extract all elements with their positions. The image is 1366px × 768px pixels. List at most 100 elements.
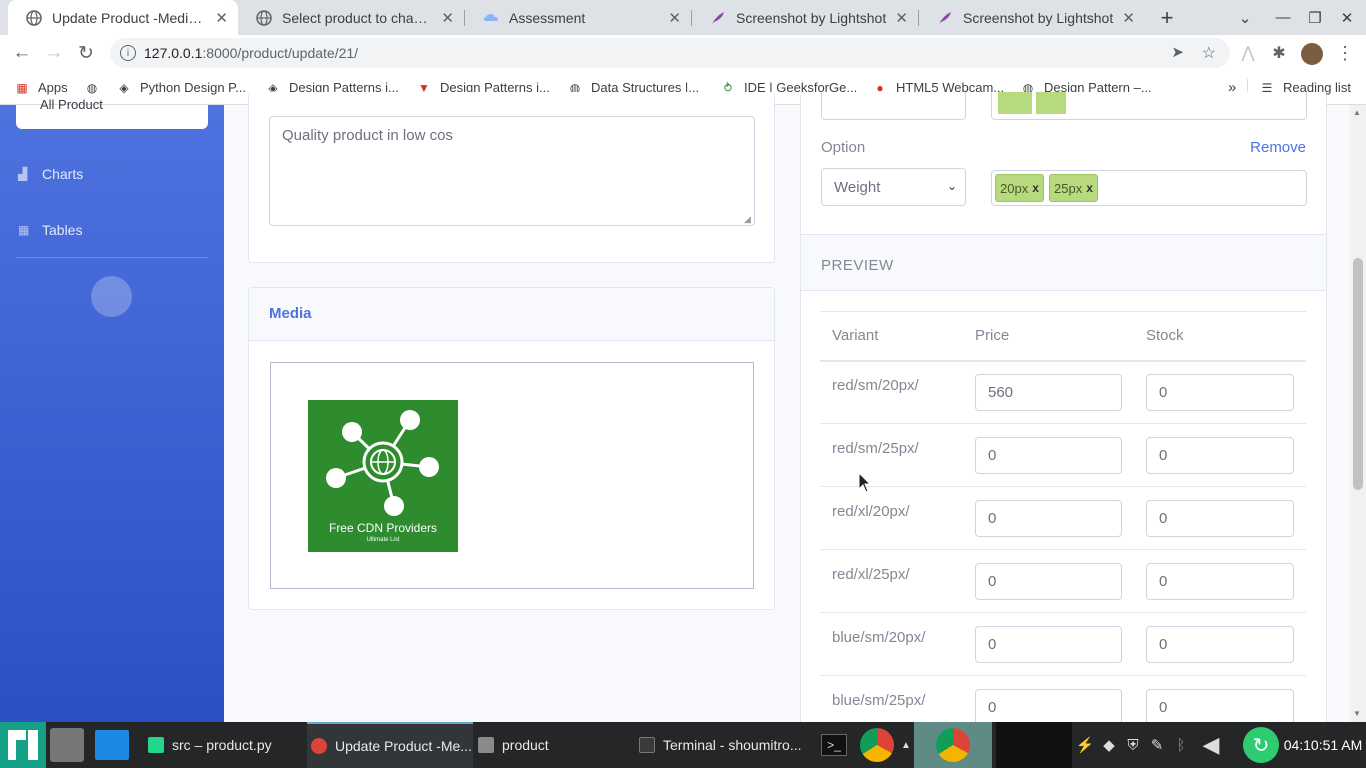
update-icon[interactable]: ↻ <box>1243 727 1279 763</box>
volume-icon[interactable]: ◀ <box>1194 722 1228 768</box>
media-thumbnail[interactable]: Free CDN Providers Ultimate List <box>308 400 458 552</box>
tab-lightshot-1[interactable]: Screenshot by Lightshot ✕ <box>692 0 918 35</box>
battery-charging-icon[interactable]: ⚡ <box>1074 722 1096 768</box>
security-icon[interactable]: ⛨ <box>1122 722 1144 768</box>
sidebar-item-all-product[interactable]: All Product <box>40 97 103 112</box>
tab-search-icon[interactable]: ⌄ <box>1230 0 1260 35</box>
avatar[interactable] <box>1301 43 1323 65</box>
column-header-stock: Stock <box>1146 327 1184 344</box>
sidebar-submenu-card: All Product <box>16 97 208 129</box>
option-select[interactable]: Weight ⌄ <box>821 168 966 206</box>
variant-name: blue/sm/25px/ <box>832 692 926 709</box>
sidebar-toggle-button[interactable] <box>91 276 132 317</box>
stock-input[interactable]: 0 <box>1146 374 1294 411</box>
tab-assessment[interactable]: Assessment ✕ <box>465 0 691 35</box>
address-bar[interactable]: i 127.0.0.1:8000/product/update/21/ ➤ ☆ <box>110 38 1230 68</box>
close-tab-icon[interactable]: ✕ <box>441 9 454 27</box>
reload-icon[interactable]: ↻ <box>71 38 101 68</box>
stock-input[interactable]: 0 <box>1146 689 1294 722</box>
tag-input[interactable]: 20px x 25px x <box>991 170 1307 206</box>
sidebar-item-tables[interactable]: ▦ Tables <box>18 218 82 242</box>
variant-name: red/xl/20px/ <box>832 503 910 520</box>
back-arrow-icon[interactable]: ← <box>7 38 37 68</box>
tab-title: Assessment <box>509 9 586 26</box>
thumbnail-caption: Free CDN Providers <box>328 521 438 535</box>
table-row: blue/sm/20px/ 0 0 <box>820 613 1306 676</box>
scroll-up-icon[interactable]: ▲ <box>1353 108 1361 117</box>
chrome-icon <box>936 728 970 762</box>
description-textarea[interactable]: Quality product in low cos <box>269 116 755 226</box>
price-input[interactable]: 560 <box>975 374 1122 411</box>
sidebar-divider <box>16 257 208 258</box>
restore-icon[interactable]: ❐ <box>1300 0 1330 35</box>
price-input[interactable]: 0 <box>975 626 1122 663</box>
tab-title: Screenshot by Lightshot <box>963 9 1114 26</box>
option-select-partial[interactable] <box>821 92 966 120</box>
terminal-launcher-icon[interactable]: >_ <box>816 722 852 768</box>
new-tab-button[interactable]: + <box>1152 0 1182 35</box>
variant-name: red/xl/25px/ <box>832 566 910 583</box>
option-label: Option <box>821 139 866 156</box>
stock-input[interactable]: 0 <box>1146 626 1294 663</box>
taskbar-item-terminal[interactable]: Terminal - shoumitro... <box>639 722 809 768</box>
bookmark-python-design[interactable]: ◈ Python Design P... <box>116 71 246 104</box>
scroll-down-icon[interactable]: ▼ <box>1353 709 1361 718</box>
remove-option-link[interactable]: Remove <box>1250 139 1306 156</box>
window-close-icon[interactable]: ✕ <box>1332 0 1362 35</box>
file-manager-icon[interactable] <box>50 728 84 762</box>
forward-arrow-icon[interactable]: → <box>39 38 69 68</box>
close-tab-icon[interactable]: ✕ <box>1122 9 1135 27</box>
send-icon[interactable]: ➤ <box>1171 43 1184 61</box>
puzzle-icon[interactable]: ✱ <box>1264 38 1294 68</box>
price-input[interactable]: 0 <box>975 563 1122 600</box>
tab-select-product[interactable]: Select product to change | ✕ <box>238 0 464 35</box>
caret-up-icon[interactable]: ▲ <box>898 722 914 768</box>
resize-handle-icon[interactable]: ◢ <box>744 214 751 225</box>
close-tab-icon[interactable]: ✕ <box>668 9 681 27</box>
sidebar-item-charts[interactable]: ▟ Charts <box>18 162 83 186</box>
table-row: red/sm/25px/ 0 0 <box>820 424 1306 487</box>
close-tab-icon[interactable]: ✕ <box>215 9 228 27</box>
workspace-1[interactable] <box>914 722 992 768</box>
price-input[interactable]: 0 <box>975 689 1122 722</box>
globe-icon <box>256 9 272 26</box>
stock-input[interactable]: 0 <box>1146 563 1294 600</box>
workspace-2[interactable] <box>996 722 1072 768</box>
tab-lightshot-2[interactable]: Screenshot by Lightshot ✕ <box>919 0 1145 35</box>
menu-icon[interactable]: ⋮ <box>1330 38 1360 68</box>
tag-chip-label: 25px <box>1054 180 1083 196</box>
tab-title: Select product to change | <box>282 9 434 26</box>
price-input[interactable]: 0 <box>975 437 1122 474</box>
clip-icon[interactable]: ✎ <box>1146 722 1168 768</box>
tab-update-product[interactable]: Update Product -Mediuswa ✕ <box>8 0 238 35</box>
table-row: red/xl/25px/ 0 0 <box>820 550 1306 613</box>
star-icon[interactable]: ☆ <box>1202 43 1216 63</box>
scrollbar-thumb[interactable] <box>1353 258 1363 490</box>
bluetooth-icon[interactable]: ᛒ <box>1170 722 1192 768</box>
variant-name: red/sm/25px/ <box>832 440 919 457</box>
wifi-icon[interactable]: ◆ <box>1098 722 1120 768</box>
taskbar-item-chrome[interactable]: Update Product -Me... <box>307 722 473 768</box>
preview-header: PREVIEW <box>801 234 1326 291</box>
tag-chip-partial <box>1036 92 1066 114</box>
taskbar-item-pycharm[interactable]: src – product.py <box>144 722 304 768</box>
dropzone[interactable]: Free CDN Providers Ultimate List <box>270 362 754 589</box>
desktop-icon[interactable] <box>95 730 129 760</box>
info-icon[interactable]: i <box>120 45 136 61</box>
manjaro-menu-icon[interactable] <box>0 722 46 768</box>
tag-input-partial[interactable] <box>991 92 1307 120</box>
extension-icon[interactable]: ⋀ <box>1233 38 1263 68</box>
mouse-cursor-icon <box>858 472 872 493</box>
table-row: blue/sm/25px/ 0 0 <box>820 676 1306 722</box>
remove-tag-icon[interactable]: x <box>1032 181 1039 195</box>
stock-input[interactable]: 0 <box>1146 437 1294 474</box>
price-input[interactable]: 0 <box>975 500 1122 537</box>
chrome-launcher-icon[interactable] <box>860 728 894 762</box>
minimize-icon[interactable]: — <box>1268 0 1298 35</box>
taskbar-item-product-folder[interactable]: product <box>478 722 628 768</box>
tab-title: Screenshot by Lightshot <box>736 9 887 26</box>
stock-input[interactable]: 0 <box>1146 500 1294 537</box>
tag-chip-partial <box>998 92 1032 114</box>
remove-tag-icon[interactable]: x <box>1086 181 1093 195</box>
close-tab-icon[interactable]: ✕ <box>895 9 908 27</box>
